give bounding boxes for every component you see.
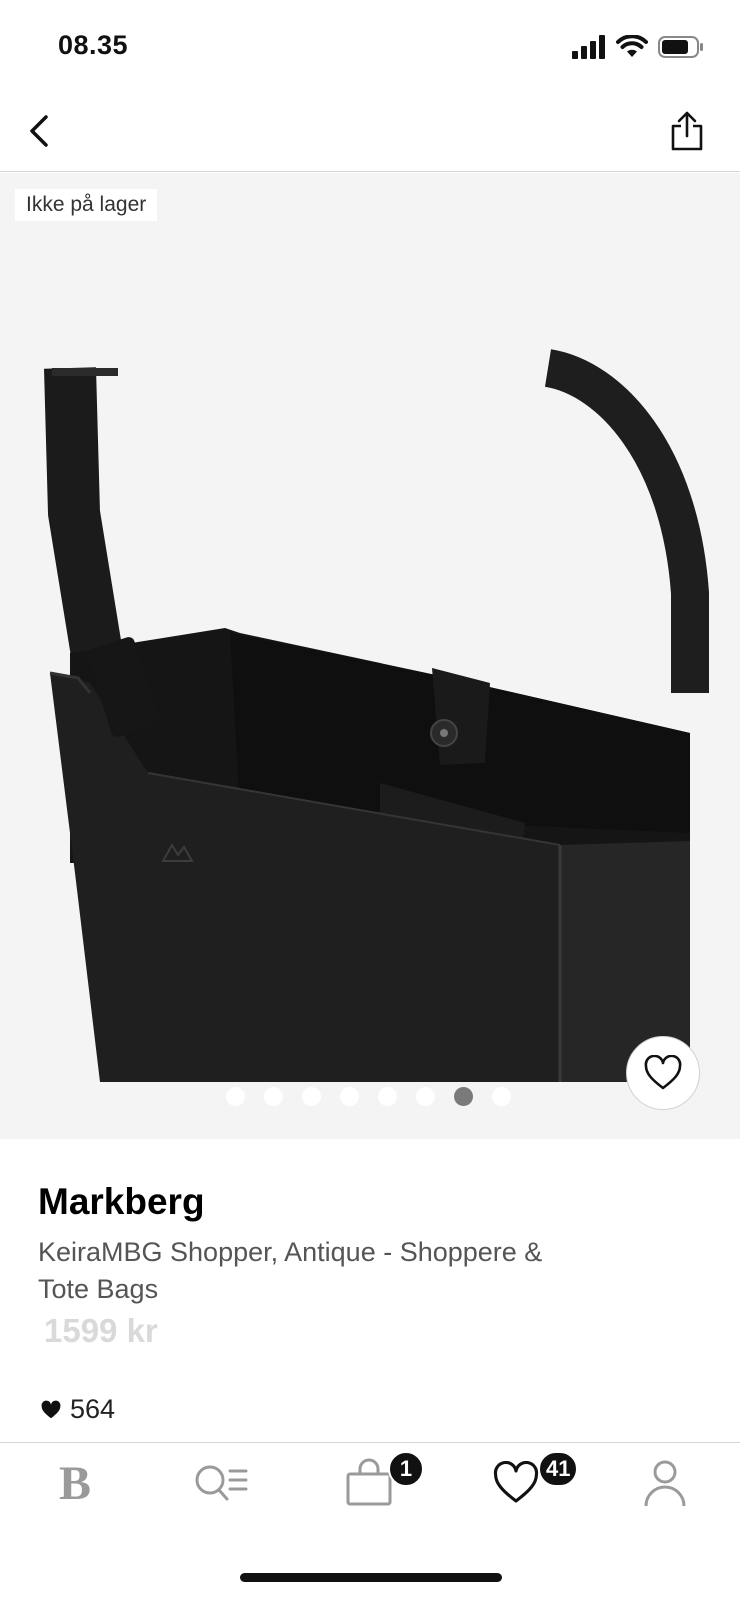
chevron-left-icon: [30, 115, 48, 147]
like-count-value: 564: [70, 1394, 116, 1424]
heart-outline-icon: [493, 1461, 539, 1503]
gallery-dot[interactable]: [264, 1087, 283, 1106]
status-icons: [572, 34, 704, 60]
like-count: 564: [40, 1394, 115, 1425]
tab-bar: B 1 41: [0, 1442, 740, 1532]
gallery-pagination[interactable]: [226, 1087, 511, 1106]
brand-logo-icon: B: [58, 1456, 91, 1510]
add-to-favorites-button[interactable]: [626, 1036, 700, 1110]
back-button[interactable]: [16, 108, 62, 154]
wifi-icon: [616, 35, 648, 57]
stock-status-badge: Ikke på lager: [15, 189, 158, 221]
nav-bar: [0, 92, 740, 172]
product-gallery[interactable]: Ikke på lager: [0, 173, 740, 1139]
heart-outline-icon: [644, 1055, 682, 1090]
gallery-dot[interactable]: [226, 1087, 245, 1106]
search-list-icon: [195, 1465, 248, 1501]
gallery-dot[interactable]: [492, 1087, 511, 1106]
user-icon: [644, 1460, 686, 1507]
cart-count-badge: 1: [388, 1451, 424, 1487]
product-price: 1599 kr: [44, 1312, 158, 1349]
product-brand[interactable]: Markberg: [38, 1181, 205, 1223]
product-image: [44, 349, 709, 1082]
tab-profile[interactable]: [630, 1453, 700, 1513]
shopping-bag-icon: [346, 1458, 392, 1506]
gallery-dot[interactable]: [302, 1087, 321, 1106]
status-time: 08.35: [58, 30, 129, 60]
gallery-dot-active[interactable]: [454, 1087, 473, 1106]
home-indicator[interactable]: [240, 1573, 502, 1582]
favorites-count-badge: 41: [538, 1451, 579, 1487]
share-icon: [671, 111, 703, 151]
gallery-dot[interactable]: [378, 1087, 397, 1106]
cellular-signal-icon: [572, 35, 605, 59]
gallery-dot[interactable]: [340, 1087, 359, 1106]
tab-search[interactable]: [186, 1453, 256, 1513]
status-bar: 08.35: [0, 0, 740, 92]
tab-home[interactable]: B: [40, 1453, 110, 1513]
heart-filled-icon: [41, 1400, 61, 1418]
product-name: KeiraMBG Shopper, Antique - Shoppere & T…: [38, 1237, 543, 1304]
battery-icon: [658, 36, 703, 58]
share-button[interactable]: [664, 106, 710, 156]
gallery-dot[interactable]: [416, 1087, 435, 1106]
